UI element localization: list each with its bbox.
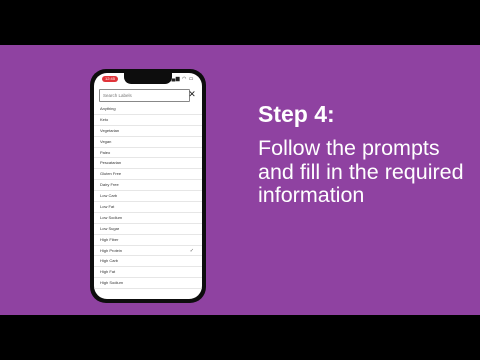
close-icon[interactable]: ✕: [187, 89, 197, 100]
list-item-label: Anything: [100, 106, 116, 111]
list-item-label: High Carb: [100, 258, 119, 264]
label-list: Anything Keto Vegetarian Vegan Paleo Pescatar…: [94, 104, 202, 290]
list-item-label: Low Sodium: [100, 214, 123, 220]
status-time: 12:45: [102, 76, 118, 82]
list-item[interactable]: Vegetarian: [94, 126, 202, 137]
list-item[interactable]: Anything: [94, 104, 202, 115]
checkmark-icon: ✓: [189, 247, 194, 254]
list-item-label: Pescatarian: [100, 160, 122, 166]
step-instructions: Follow the prompts and fill in the requi…: [258, 136, 464, 207]
list-item-label: High Fiber: [100, 236, 119, 242]
list-item[interactable]: Low Fat: [94, 202, 202, 213]
list-item[interactable]: Keto: [94, 115, 202, 126]
phone-screen: 12:45 ▂▄▆ ◠ ▭ ✕ AnythingKetoVegetarianVe…: [94, 73, 202, 299]
list-item[interactable]: Gluten Free: [94, 169, 202, 181]
list-item-label: Low Carb: [100, 193, 118, 199]
list-item-label: Keto: [100, 116, 109, 122]
list-item[interactable]: High Sodium: [94, 278, 202, 290]
list-item[interactable]: Vegan: [94, 137, 202, 148]
list-item[interactable]: High Fat: [94, 267, 202, 279]
list-item[interactable]: Dairy Free: [94, 180, 202, 192]
list-item[interactable]: Low Carb: [94, 191, 202, 203]
list-item-label: Paleo: [100, 149, 111, 155]
slide: 12:45 ▂▄▆ ◠ ▭ ✕ AnythingKetoVegetarianVe…: [0, 45, 480, 315]
search-row: ✕: [99, 89, 197, 102]
list-item-label: Low Fat: [100, 204, 115, 210]
list-item-label: High Fat: [100, 269, 116, 275]
list-item[interactable]: Pescatarian: [94, 158, 202, 170]
list-item[interactable]: Low Sugar: [94, 224, 202, 235]
list-item-label: High Protein: [100, 247, 123, 253]
list-item[interactable]: Paleo: [94, 148, 202, 159]
list-item-label: Vegan: [100, 138, 112, 144]
list-item[interactable]: High Protein ✓: [94, 246, 202, 257]
list-item-label: High Sodium: [100, 280, 123, 286]
list-item[interactable]: High Fiber: [94, 235, 202, 246]
phone-notch: [124, 73, 172, 84]
list-item-label: Gluten Free: [100, 171, 122, 177]
list-item[interactable]: High Carb: [94, 256, 202, 268]
list-item-label: Low Sugar: [100, 225, 120, 231]
list-item-label: Dairy Free: [100, 182, 119, 188]
step-heading: Step 4:: [258, 101, 335, 127]
list-item-label: Vegetarian: [100, 127, 120, 133]
search-input[interactable]: [99, 89, 190, 102]
list-item[interactable]: Low Sodium: [94, 213, 202, 224]
phone-mockup: 12:45 ▂▄▆ ◠ ▭ ✕ AnythingKetoVegetarianVe…: [90, 69, 206, 303]
